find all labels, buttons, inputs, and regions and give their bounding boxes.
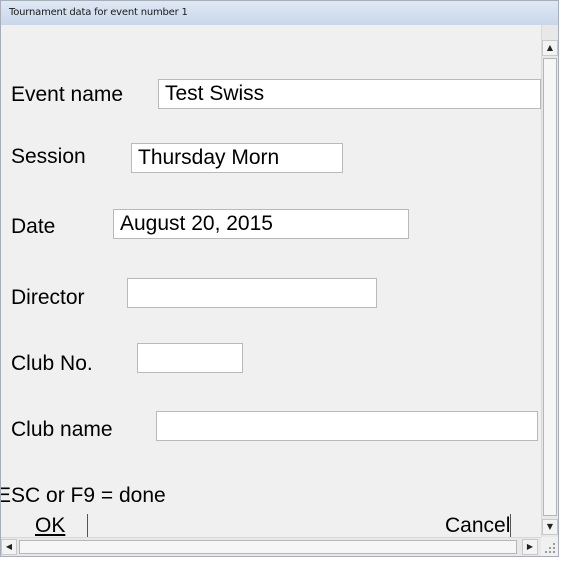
club-no-field[interactable] — [137, 343, 243, 373]
event-name-label: Event name — [11, 83, 124, 106]
date-label: Date — [11, 215, 56, 238]
dialog-window: Tournament data for event number 1 Event… — [0, 0, 559, 557]
cancel-button-edge — [510, 514, 512, 537]
club-no-label: Club No. — [11, 352, 93, 375]
resize-grip-icon[interactable] — [541, 537, 558, 556]
event-name-field[interactable]: Test Swiss — [158, 79, 541, 109]
ok-button-label: OK — [35, 514, 66, 537]
vertical-scrollbar[interactable]: ▲ ▼ — [541, 25, 558, 537]
director-label: Director — [11, 286, 85, 309]
club-name-field[interactable] — [156, 411, 538, 441]
horizontal-scrollbar[interactable]: ◀ ▶ — [1, 537, 541, 556]
vertical-scroll-thumb[interactable] — [543, 58, 557, 516]
cancel-button-label: Cancel — [445, 514, 511, 537]
horizontal-scroll-thumb[interactable] — [19, 540, 517, 554]
ok-button[interactable]: OK — [35, 514, 89, 537]
date-field[interactable]: August 20, 2015 — [113, 209, 409, 239]
session-field[interactable]: Thursday Morn — [131, 143, 343, 173]
club-name-label: Club name — [11, 418, 113, 441]
form-area: Event name Test Swiss Session Thursday M… — [1, 25, 541, 537]
window-title: Tournament data for event number 1 — [9, 7, 188, 18]
scroll-up-arrow-icon[interactable]: ▲ — [542, 40, 558, 56]
title-bar: Tournament data for event number 1 — [1, 1, 558, 26]
keyboard-hint: ESC or F9 = done — [1, 484, 166, 507]
director-field[interactable] — [127, 278, 377, 308]
cancel-button[interactable]: Cancel — [445, 514, 512, 537]
scroll-down-arrow-icon[interactable]: ▼ — [542, 519, 558, 535]
scroll-right-arrow-icon[interactable]: ▶ — [522, 539, 538, 555]
session-label: Session — [11, 145, 86, 168]
scroll-left-arrow-icon[interactable]: ◀ — [1, 539, 17, 555]
ok-button-edge — [87, 514, 89, 537]
